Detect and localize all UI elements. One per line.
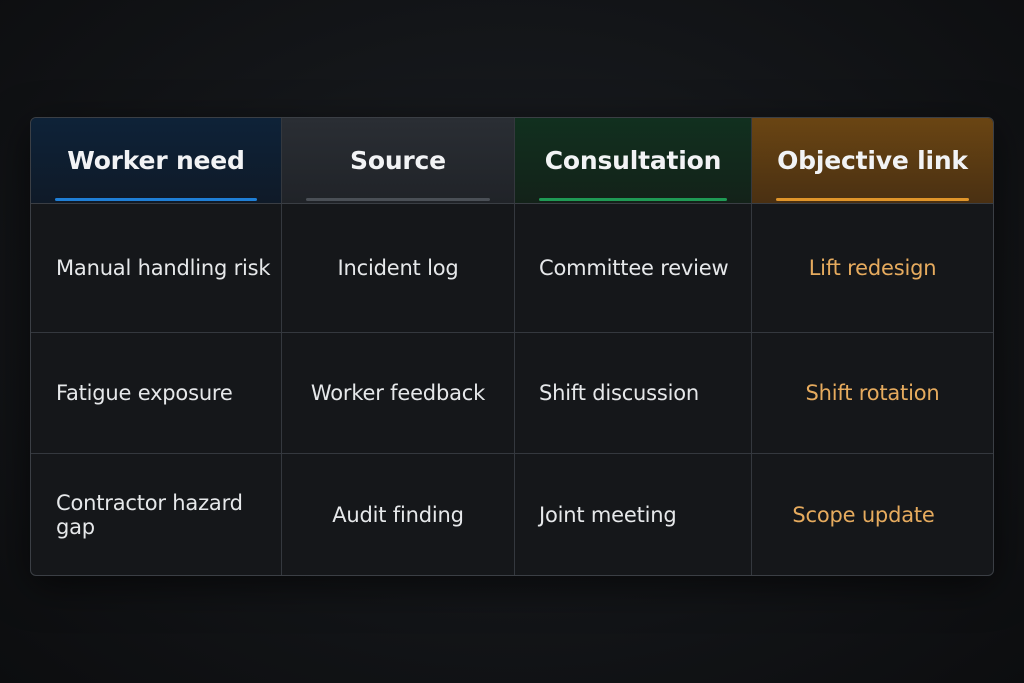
table-cell-consultation: Committee review: [515, 204, 752, 333]
header-source-accent: [306, 198, 490, 201]
header-consultation-accent: [539, 198, 727, 201]
header-consultation-label: Consultation: [544, 146, 722, 175]
table-cell-objective-link: Lift redesign: [752, 204, 993, 333]
header-worker-need: Worker need: [31, 118, 282, 204]
table-cell-source: Audit finding: [282, 454, 515, 575]
header-objective-link-accent: [776, 198, 969, 201]
header-consultation: Consultation: [515, 118, 752, 204]
table-cell-worker-need: Manual handling risk: [31, 204, 282, 333]
needs-table: Worker need Source Consultation Objectiv…: [30, 117, 994, 576]
table-cell-objective-link: Shift rotation: [752, 333, 993, 454]
table-cell-objective-link: Scope update: [792, 502, 935, 527]
header-worker-need-accent: [55, 198, 257, 201]
table-cell-consultation: Shift discussion: [515, 333, 752, 454]
header-source-label: Source: [350, 146, 446, 175]
header-source: Source: [282, 118, 515, 204]
header-objective-link: Objective link: [752, 118, 993, 204]
header-worker-need-label: Worker need: [67, 146, 245, 175]
table-cell-consultation: Joint meeting: [515, 454, 752, 575]
header-objective-link-label: Objective link: [777, 146, 968, 175]
table-cell-worker-need: Fatigue exposure: [31, 333, 282, 454]
table-cell-source: Incident log: [282, 204, 515, 333]
table-cell-source: Worker feedback: [282, 333, 515, 454]
table-cell-worker-need: Contractor hazard gap: [31, 454, 282, 575]
